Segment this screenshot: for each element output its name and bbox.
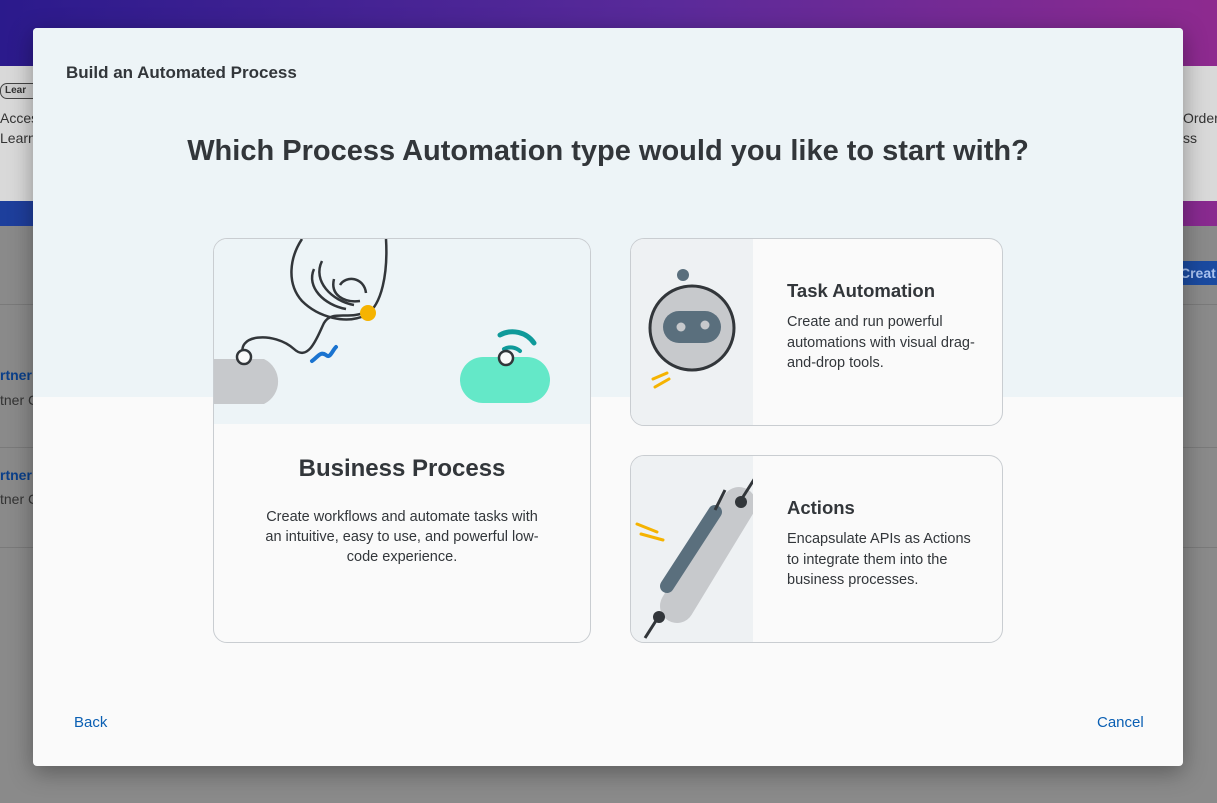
business-process-illustration xyxy=(214,239,590,424)
task-automation-title: Task Automation xyxy=(787,280,936,301)
dialog-title: Build an Automated Process xyxy=(66,63,297,82)
bg-row-link: rtner xyxy=(0,467,32,483)
bg-text: Order xyxy=(1183,110,1217,126)
dialog-question: Which Process Automation type would you … xyxy=(187,135,1029,167)
actions-description: Encapsulate APIs as Actions to integrate… xyxy=(787,531,971,588)
bg-text: Learn xyxy=(0,130,36,146)
cancel-button[interactable]: Cancel xyxy=(1097,714,1144,731)
robot-icon xyxy=(631,239,753,425)
actions-title: Actions xyxy=(787,497,855,518)
business-process-title: Business Process xyxy=(298,455,506,482)
actions-card[interactable]: Actions Encapsulate APIs as Actions to i… xyxy=(630,455,1003,643)
plug-cable-icon xyxy=(631,456,753,642)
business-process-description: Create workflows and automate tasks with… xyxy=(265,509,539,565)
task-automation-card[interactable]: Task Automation Create and run powerful … xyxy=(630,238,1003,426)
build-process-dialog: Build an Automated Process Which Process… xyxy=(33,28,1183,766)
back-button[interactable]: Back xyxy=(74,714,107,731)
task-automation-description: Create and run powerful automations with… xyxy=(787,314,975,371)
dialog-header-band xyxy=(33,28,1183,397)
business-process-card[interactable]: Business Process Create workflows and au… xyxy=(213,238,591,643)
bg-text: ss xyxy=(1183,130,1197,146)
bg-row-link: rtner xyxy=(0,367,32,383)
